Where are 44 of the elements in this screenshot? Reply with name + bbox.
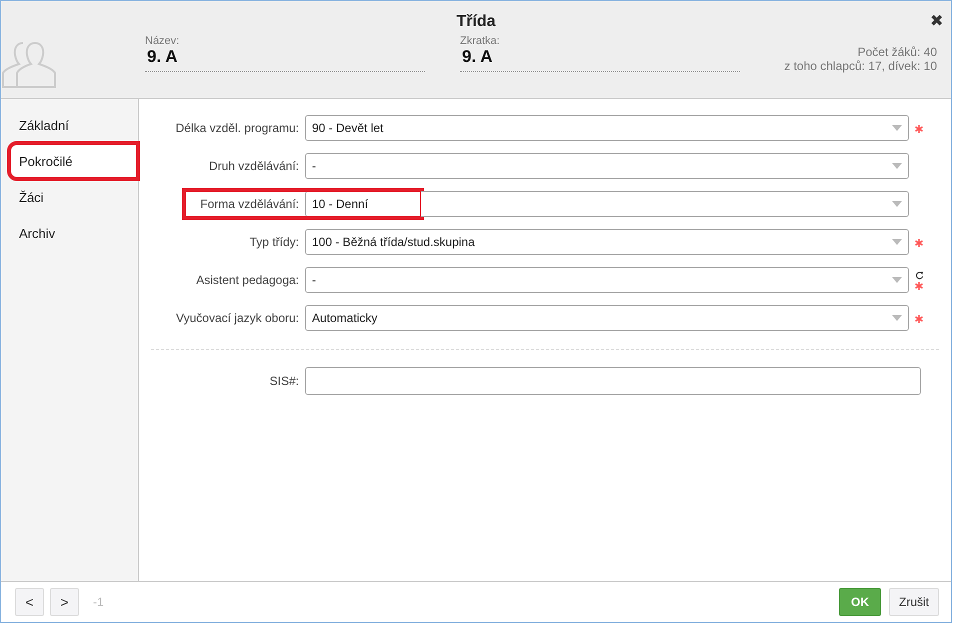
field-label: Zkratka:	[460, 35, 501, 47]
cancel-button[interactable]: Zrušit	[889, 588, 939, 616]
close-button[interactable]: ✖	[930, 11, 943, 31]
sidebar-item[interactable]: Archiv	[1, 215, 138, 251]
required-icon	[915, 125, 923, 133]
field-label: Asistent pedagoga:	[195, 273, 300, 287]
student-count: z toho chlapců: 17, dívek: 10	[784, 59, 937, 73]
next-button[interactable]: >	[50, 588, 79, 616]
sidebar-item[interactable]: Žáci	[1, 179, 138, 215]
dropdown-value: 100 - Běžná třída/stud.skupina	[312, 235, 475, 249]
caret-icon	[892, 315, 902, 321]
dropdown-field[interactable]: -	[305, 267, 909, 293]
field-label: Druh vzdělávání:	[208, 159, 300, 173]
field-label: Název:	[145, 35, 180, 47]
text-field[interactable]	[305, 367, 921, 395]
field-value: 9. A	[147, 47, 179, 67]
caret-icon	[892, 277, 902, 283]
field-label: Délka vzděl. programu:	[174, 121, 300, 135]
refresh-icon[interactable]	[914, 270, 924, 280]
required-icon	[915, 239, 923, 247]
dropdown-value: Automaticky	[312, 311, 378, 325]
field-label: Typ třídy:	[248, 235, 300, 249]
required-icon	[915, 282, 923, 290]
caret-icon	[892, 163, 902, 169]
student-count: Počet žáků: 40	[858, 45, 937, 59]
window-title: Třída	[456, 13, 496, 31]
previous-button[interactable]: <	[15, 588, 44, 616]
field-label: Forma vzdělávání:	[199, 197, 300, 211]
caret-icon	[892, 239, 902, 245]
record-position: -1	[93, 595, 104, 609]
sidebar-item[interactable]: Pokročilé	[9, 143, 138, 179]
dropdown-value: -	[312, 273, 316, 287]
caret-icon	[892, 125, 902, 131]
dropdown-field[interactable]: 100 - Běžná třída/stud.skupina	[305, 229, 909, 255]
dropdown-value: 90 - Devět let	[312, 121, 384, 135]
dropdown-value: -	[312, 159, 316, 173]
field-label: SIS#:	[268, 374, 300, 388]
required-icon	[915, 315, 923, 323]
sidebar-item[interactable]: Základní	[1, 107, 138, 143]
dropdown-field[interactable]: Automaticky	[305, 305, 909, 331]
dropdown-field[interactable]: 90 - Devět let	[305, 115, 909, 141]
field-label: Vyučovací jazyk oboru:	[175, 311, 300, 325]
dropdown-field[interactable]: -	[305, 153, 909, 179]
field-value: 9. A	[462, 47, 494, 67]
